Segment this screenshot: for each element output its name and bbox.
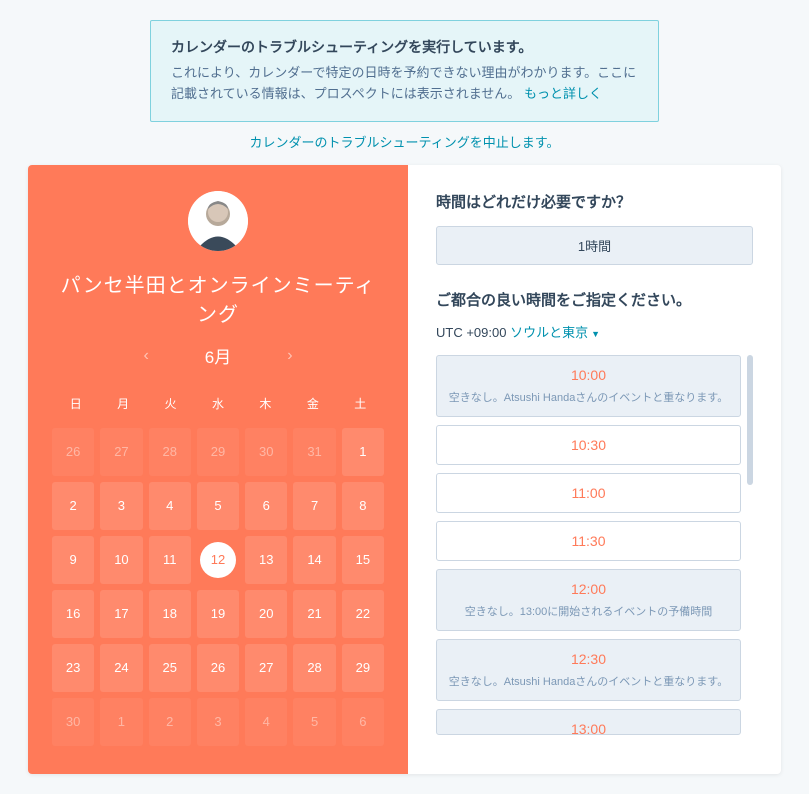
- time-slot[interactable]: 11:30: [436, 521, 741, 561]
- calendar-day[interactable]: 9: [52, 536, 94, 584]
- calendar-grid: 2627282930311234567891011121314151617181…: [52, 428, 384, 746]
- time-question: ご都合の良い時間をご指定ください。: [436, 289, 753, 310]
- weekday-label: 月: [99, 389, 146, 418]
- calendar-day[interactable]: 16: [52, 590, 94, 638]
- slot-time: 10:00: [448, 367, 729, 383]
- calendar-day: 1: [100, 698, 142, 746]
- slot-time: 12:00: [448, 581, 729, 597]
- weekday-label: 金: [289, 389, 336, 418]
- calendar-day[interactable]: 4: [149, 482, 191, 530]
- month-label: 6月: [205, 343, 231, 368]
- meeting-title: パンセ半田とオンラインミーティング: [52, 269, 384, 327]
- calendar-day[interactable]: 2: [52, 482, 94, 530]
- calendar-day[interactable]: 14: [293, 536, 335, 584]
- calendar-day[interactable]: 22: [342, 590, 384, 638]
- weekday-label: 日: [52, 389, 99, 418]
- time-slot-busy: 10:00 空きなし。Atsushi Handaさんのイベントと重なります。: [436, 355, 741, 417]
- calendar-day[interactable]: 3: [100, 482, 142, 530]
- slot-time: 11:00: [448, 485, 729, 501]
- calendar-day: 29: [197, 428, 239, 476]
- calendar-day[interactable]: 27: [245, 644, 287, 692]
- host-avatar: [188, 191, 248, 251]
- weekday-header: 日月火水木金土: [52, 389, 384, 418]
- calendar-day[interactable]: 17: [100, 590, 142, 638]
- time-slot[interactable]: 11:00: [436, 473, 741, 513]
- slot-busy-reason: 空きなし。13:00に開始されるイベントの予備時間: [448, 603, 729, 619]
- calendar-day: 27: [100, 428, 142, 476]
- next-month-button[interactable]: ›: [279, 343, 300, 369]
- calendar-day[interactable]: 12: [200, 542, 236, 578]
- slot-busy-reason: 空きなし。Atsushi Handaさんのイベントと重なります。: [448, 389, 729, 405]
- slot-time: 12:30: [448, 651, 729, 667]
- calendar-day[interactable]: 7: [293, 482, 335, 530]
- calendar-day[interactable]: 18: [149, 590, 191, 638]
- calendar-day[interactable]: 24: [100, 644, 142, 692]
- calendar-day[interactable]: 28: [293, 644, 335, 692]
- calendar-panel: パンセ半田とオンラインミーティング ‹ 6月 › 日月火水木金土 2627282…: [28, 165, 408, 774]
- calendar-day: 28: [149, 428, 191, 476]
- calendar-day[interactable]: 29: [342, 644, 384, 692]
- calendar-day[interactable]: 15: [342, 536, 384, 584]
- duration-selector[interactable]: 1時間: [436, 226, 753, 265]
- calendar-day: 4: [245, 698, 287, 746]
- time-slots-list: 10:00空きなし。Atsushi Handaさんのイベントと重なります。10:…: [436, 355, 741, 735]
- calendar-day[interactable]: 23: [52, 644, 94, 692]
- calendar-day: 6: [342, 698, 384, 746]
- calendar-day[interactable]: 20: [245, 590, 287, 638]
- troubleshoot-notice: カレンダーのトラブルシューティングを実行しています。 これにより、カレンダーで特…: [150, 20, 659, 122]
- calendar-day[interactable]: 1: [342, 428, 384, 476]
- slot-time: 10:30: [448, 437, 729, 453]
- scrollbar-thumb[interactable]: [747, 355, 753, 485]
- calendar-day[interactable]: 21: [293, 590, 335, 638]
- weekday-label: 火: [147, 389, 194, 418]
- slot-time: 11:30: [448, 533, 729, 549]
- weekday-label: 木: [242, 389, 289, 418]
- notice-more-link[interactable]: もっと詳しく: [524, 86, 602, 101]
- time-slot-busy: 12:30 空きなし。Atsushi Handaさんのイベントと重なります。: [436, 639, 741, 701]
- notice-title: カレンダーのトラブルシューティングを実行しています。: [171, 37, 638, 57]
- time-slot-busy: 12:00 空きなし。13:00に開始されるイベントの予備時間: [436, 569, 741, 631]
- chevron-down-icon: ▼: [591, 329, 600, 339]
- weekday-label: 水: [194, 389, 241, 418]
- slot-time: 13:00: [448, 721, 729, 735]
- calendar-day: 30: [245, 428, 287, 476]
- calendar-day: 26: [52, 428, 94, 476]
- calendar-day[interactable]: 6: [245, 482, 287, 530]
- weekday-label: 土: [337, 389, 384, 418]
- calendar-day[interactable]: 25: [149, 644, 191, 692]
- calendar-day: 30: [52, 698, 94, 746]
- notice-body: これにより、カレンダーで特定の日時を予約できない理由がわかります。ここに記載され…: [171, 63, 638, 105]
- calendar-day[interactable]: 13: [245, 536, 287, 584]
- time-slot-busy: 13:00: [436, 709, 741, 735]
- calendar-day[interactable]: 8: [342, 482, 384, 530]
- time-panel: 時間はどれだけ必要ですか？ 1時間 ご都合の良い時間をご指定ください。 UTC …: [408, 165, 781, 774]
- calendar-day[interactable]: 5: [197, 482, 239, 530]
- time-slot[interactable]: 10:30: [436, 425, 741, 465]
- calendar-day: 2: [149, 698, 191, 746]
- stop-troubleshoot-link[interactable]: カレンダーのトラブルシューティングを中止します。: [0, 132, 809, 151]
- calendar-day[interactable]: 19: [197, 590, 239, 638]
- slot-busy-reason: 空きなし。Atsushi Handaさんのイベントと重なります。: [448, 673, 729, 689]
- calendar-day: 3: [197, 698, 239, 746]
- calendar-day: 31: [293, 428, 335, 476]
- calendar-day[interactable]: 10: [100, 536, 142, 584]
- calendar-day[interactable]: 11: [149, 536, 191, 584]
- timezone-selector[interactable]: UTC +09:00 ソウルと東京▼: [436, 322, 753, 341]
- scheduler-card: パンセ半田とオンラインミーティング ‹ 6月 › 日月火水木金土 2627282…: [28, 165, 781, 774]
- prev-month-button[interactable]: ‹: [135, 343, 156, 369]
- calendar-day[interactable]: 26: [197, 644, 239, 692]
- duration-question: 時間はどれだけ必要ですか？: [436, 191, 753, 212]
- calendar-day: 5: [293, 698, 335, 746]
